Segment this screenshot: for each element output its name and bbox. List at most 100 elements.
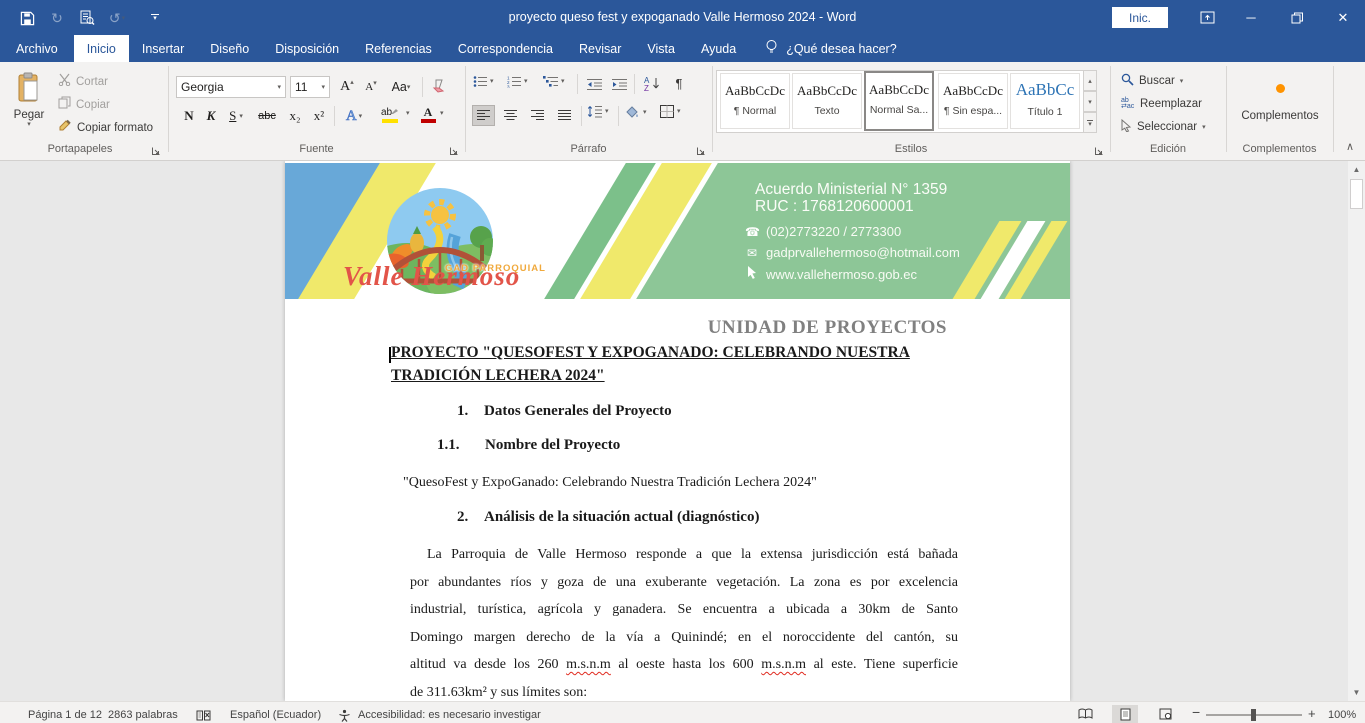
tab-revisar[interactable]: Revisar [566,35,634,62]
sort-icon[interactable]: AZ [640,73,664,93]
scrollbar-thumb[interactable] [1350,179,1363,209]
strikethrough-button[interactable]: abc [254,106,280,126]
tab-archivo[interactable]: Archivo [0,35,74,62]
print-layout-icon[interactable] [1112,705,1138,723]
increase-indent-icon[interactable] [608,74,630,94]
tab-disposicion[interactable]: Disposición [262,35,352,62]
tab-insertar[interactable]: Insertar [129,35,197,62]
document-canvas[interactable]: GAD PARROQUIAL Valle Hermoso Acuerdo Min… [0,161,1348,701]
bold-button[interactable]: N [178,106,200,126]
style-normal[interactable]: AaBbCcDc ¶ Normal [720,73,790,129]
project-name-quote[interactable]: "QuesoFest y ExpoGanado: Celebrando Nues… [403,475,817,491]
sign-in-button[interactable]: Inic. ses. [1112,7,1168,28]
font-dialog-launcher-icon[interactable] [449,143,461,155]
superscript-button[interactable]: x² [308,106,330,126]
heading-1[interactable]: 1. Datos Generales del Proyecto [457,403,672,420]
accessibility-icon[interactable] [338,708,351,722]
tab-diseno[interactable]: Diseño [197,35,262,62]
clear-formatting-icon[interactable] [428,76,450,96]
tab-referencias[interactable]: Referencias [352,35,445,62]
bullets-icon[interactable]: ▾ [473,75,494,88]
zoom-in-button[interactable]: + [1308,707,1316,721]
zoom-level[interactable]: 100% [1328,709,1356,723]
select-button[interactable]: Seleccionar▾ [1121,117,1206,137]
style-titulo-1[interactable]: AaBbCc Título 1 [1010,73,1080,129]
font-color-icon[interactable]: A [416,104,440,124]
grow-font-button[interactable]: A▴ [336,77,358,97]
styles-scroll-up-icon[interactable]: ▴ [1083,70,1097,91]
word-count[interactable]: 2863 palabras [108,709,178,723]
text-effects-icon[interactable]: A▾ [340,106,368,126]
tab-inicio[interactable]: Inicio [74,35,129,62]
tab-ayuda[interactable]: Ayuda [688,35,749,62]
numbering-icon[interactable]: 123▾ [507,75,528,88]
line-spacing-icon[interactable]: ▾ [587,105,609,118]
addins-button[interactable]: Complementos [1230,70,1330,136]
align-left-button[interactable] [472,105,495,126]
align-right-button[interactable] [526,105,549,126]
align-center-button[interactable] [499,105,522,126]
web-layout-icon[interactable] [1152,705,1178,723]
style-texto[interactable]: AaBbCcDc Texto [792,73,862,129]
replace-button[interactable]: ab⇄ac Reemplazar [1121,94,1202,114]
shrink-font-button[interactable]: A▾ [360,77,382,97]
heading-2[interactable]: 2. Análisis de la situación actual (diag… [457,509,759,526]
styles-dialog-launcher-icon[interactable] [1094,143,1106,155]
vertical-scrollbar[interactable]: ▲ ▼ [1348,161,1365,701]
font-family-select[interactable]: Georgia▾ [176,76,286,98]
format-painter-button[interactable]: Copiar formato [58,119,153,137]
justify-button[interactable] [553,105,576,126]
doc-title-line2[interactable]: TRADICIÓN LECHERA 2024" [391,367,605,385]
unit-heading[interactable]: UNIDAD DE PROYECTOS [385,317,947,339]
paragraph-line[interactable]: por abundantes ríos y goza de una exuber… [410,569,958,597]
letterhead[interactable]: GAD PARROQUIAL Valle Hermoso Acuerdo Min… [285,163,1070,299]
pilcrow-icon[interactable]: ¶ [668,73,690,93]
page-indicator[interactable]: Página 1 de 12 [28,709,102,723]
find-button[interactable]: Buscar▾ [1121,71,1183,91]
tab-vista[interactable]: Vista [634,35,688,62]
tell-me-box[interactable]: ¿Qué desea hacer? [765,35,897,62]
highlight-color-icon[interactable]: ab [374,104,406,124]
scroll-down-icon[interactable]: ▼ [1348,684,1365,701]
heading-1-1[interactable]: 1.1. Nombre del Proyecto [437,437,620,454]
doc-title-line1[interactable]: PROYECTO "QUESOFEST Y EXPOGANADO: CELEBR… [391,344,910,362]
borders-icon[interactable]: ▾ [660,105,681,118]
font-color-dropdown-icon[interactable]: ▾ [440,110,444,117]
tab-correspondencia[interactable]: Correspondencia [445,35,566,62]
zoom-slider-thumb[interactable] [1251,709,1256,721]
close-button[interactable]: ✕ [1326,0,1360,35]
proofing-errors-icon[interactable] [196,708,211,722]
paragraph-line[interactable]: Domingo margen derecho de la vía a Quini… [410,624,958,652]
paragraph-dialog-launcher-icon[interactable] [696,143,708,155]
italic-button[interactable]: K [200,106,222,126]
multilevel-list-icon[interactable]: ▾ [543,75,565,88]
clipboard-dialog-launcher-icon[interactable] [151,143,163,155]
collapse-ribbon-icon[interactable]: ∧ [1341,138,1359,154]
paste-button[interactable]: Pegar ▾ [6,70,52,136]
shading-icon[interactable]: ▾ [624,105,647,119]
styles-scroll-down-icon[interactable]: ▾ [1083,91,1097,112]
paragraph-line[interactable]: altitud va desde los 260 m.s.n.m al oest… [410,651,958,679]
read-mode-icon[interactable] [1072,705,1098,723]
scroll-up-icon[interactable]: ▲ [1348,161,1365,178]
subscript-button[interactable]: x₂ [284,106,306,126]
minimize-button[interactable]: ─ [1234,0,1268,35]
body-paragraph[interactable]: La Parroquia de Valle Hermoso responde a… [410,541,958,701]
font-size-select[interactable]: 11▾ [290,76,330,98]
zoom-out-button[interactable]: − [1192,706,1200,720]
paragraph-line[interactable]: de 311.63km² y sus límites son: [410,679,958,702]
styles-more-icon[interactable]: ▾ [1083,112,1097,133]
style-sin-espaciado[interactable]: AaBbCcDc ¶ Sin espa... [938,73,1008,129]
language-indicator[interactable]: Español (Ecuador) [230,709,321,723]
accessibility-status[interactable]: Accesibilidad: es necesario investigar [358,709,541,723]
ribbon-display-options-icon[interactable] [1196,7,1218,29]
restore-button[interactable] [1280,0,1314,35]
highlight-dropdown-icon[interactable]: ▾ [406,110,410,117]
underline-button[interactable]: S▾ [222,106,250,126]
style-normal-sa-selected[interactable]: AaBbCcDc Normal Sa... [864,71,934,131]
paragraph-line[interactable]: La Parroquia de Valle Hermoso responde a… [410,541,958,569]
document-page[interactable]: GAD PARROQUIAL Valle Hermoso Acuerdo Min… [285,161,1070,701]
decrease-indent-icon[interactable] [583,74,605,94]
change-case-button[interactable]: Aa▾ [386,77,416,97]
paragraph-line[interactable]: industrial, turística, agrícola y ganade… [410,596,958,624]
